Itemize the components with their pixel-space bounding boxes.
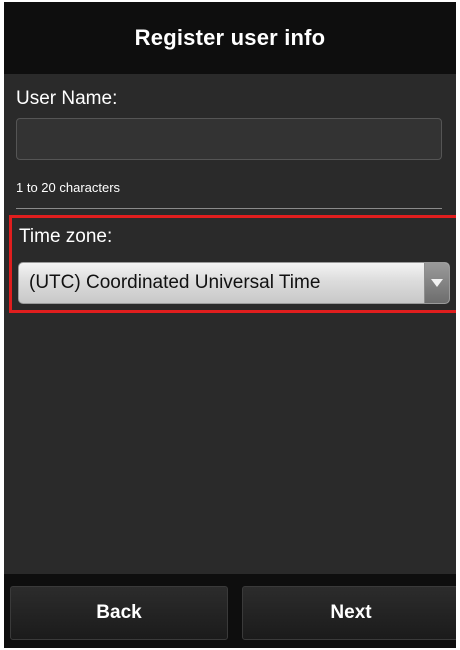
timezone-selected-value: (UTC) Coordinated Universal Time <box>29 272 321 293</box>
timezone-label: Time zone: <box>19 226 113 247</box>
timezone-select[interactable]: (UTC) Coordinated Universal Time <box>18 262 450 304</box>
timezone-highlight-box: Time zone: (UTC) Coordinated Universal T… <box>9 215 456 313</box>
form-content: User Name: 1 to 20 characters Time zone:… <box>4 74 456 574</box>
footer-bar: Back Next <box>4 574 456 648</box>
page-title: Register user info <box>134 25 326 50</box>
title-bar: Register user info <box>4 2 456 78</box>
triangle-down-icon-glyph <box>431 279 443 287</box>
triangle-down-icon[interactable] <box>424 263 449 303</box>
username-label: User Name: <box>16 88 118 109</box>
divider <box>16 208 442 209</box>
username-hint: 1 to 20 characters <box>16 180 121 195</box>
back-button[interactable]: Back <box>10 586 228 640</box>
next-button[interactable]: Next <box>242 586 456 640</box>
register-user-info-screen: Register user info User Name: 1 to 20 ch… <box>4 2 456 648</box>
username-input[interactable] <box>16 118 442 160</box>
